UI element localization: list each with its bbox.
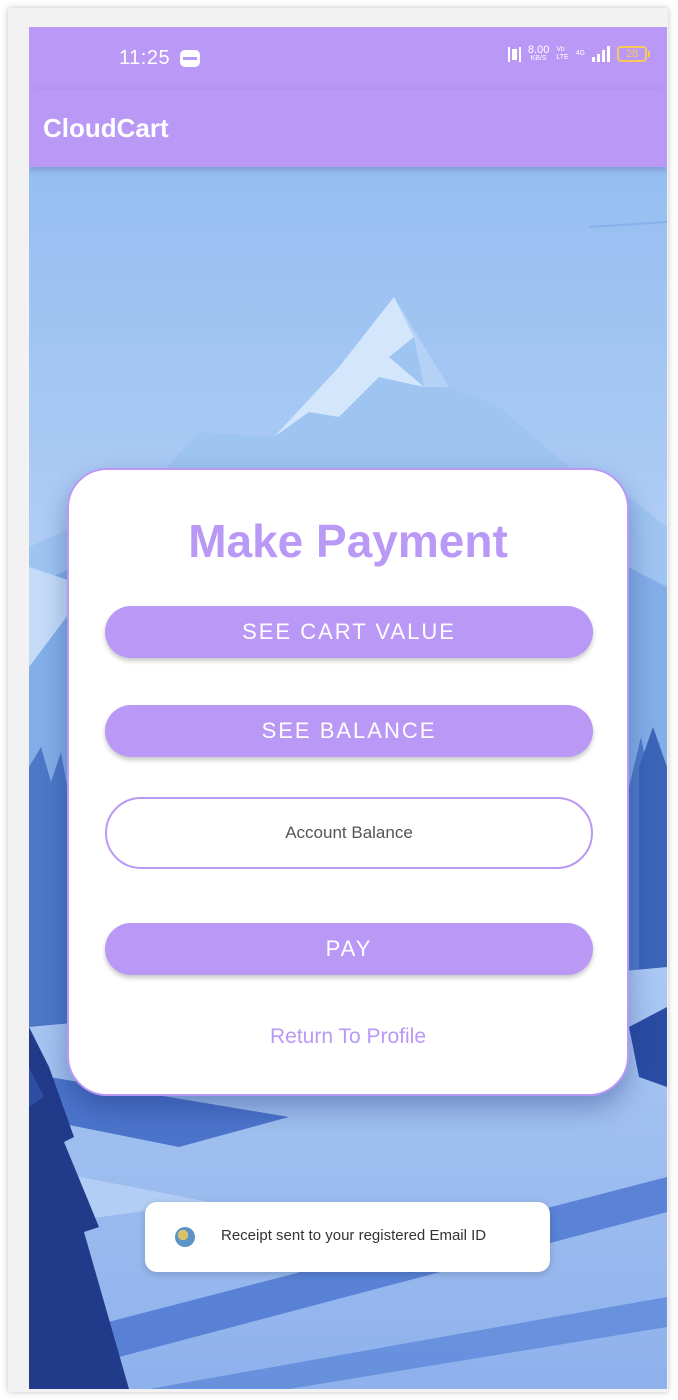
status-bar: 11:25 8.00 KB/S Vo LTE 4G 28 bbox=[29, 27, 667, 89]
see-cart-value-button[interactable]: SEE CART VALUE bbox=[105, 606, 593, 658]
network-speed: 8.00 KB/S bbox=[528, 45, 549, 63]
account-balance-field[interactable]: Account Balance bbox=[105, 797, 593, 869]
network-type-label: 4G bbox=[575, 50, 585, 57]
return-to-profile-link[interactable]: Return To Profile bbox=[69, 1025, 627, 1049]
payment-title: Make Payment bbox=[188, 515, 508, 567]
volte-label: Vo bbox=[556, 46, 565, 53]
network-type: 4G bbox=[576, 50, 585, 58]
signal-icon bbox=[592, 46, 610, 62]
toast-notification: Receipt sent to your registered Email ID bbox=[145, 1202, 550, 1272]
pay-button[interactable]: PAY bbox=[105, 923, 593, 975]
app-icon bbox=[175, 1227, 195, 1247]
app-bar: CloudCart bbox=[29, 89, 667, 167]
phone-screen: 11:25 8.00 KB/S Vo LTE 4G 28 CloudCart M… bbox=[29, 27, 667, 1389]
status-indicators: 8.00 KB/S Vo LTE 4G 28 bbox=[507, 45, 650, 63]
toast-message: Receipt sent to your registered Email ID bbox=[221, 1227, 487, 1244]
see-balance-button[interactable]: SEE BALANCE bbox=[105, 705, 593, 757]
network-speed-value: 8.00 bbox=[527, 44, 550, 56]
app-title: CloudCart bbox=[43, 113, 169, 143]
vibrate-icon bbox=[507, 46, 521, 62]
status-time: 11:25 bbox=[119, 47, 171, 69]
network-speed-unit: KB/S bbox=[530, 55, 547, 62]
battery-icon: 28 bbox=[617, 46, 650, 62]
message-icon bbox=[180, 50, 200, 67]
lte-label: LTE bbox=[556, 54, 569, 61]
payment-card: Make Payment SEE CART VALUE SEE BALANCE … bbox=[67, 468, 629, 1096]
battery-level: 28 bbox=[625, 48, 639, 60]
volte-indicator: Vo LTE bbox=[556, 46, 568, 62]
